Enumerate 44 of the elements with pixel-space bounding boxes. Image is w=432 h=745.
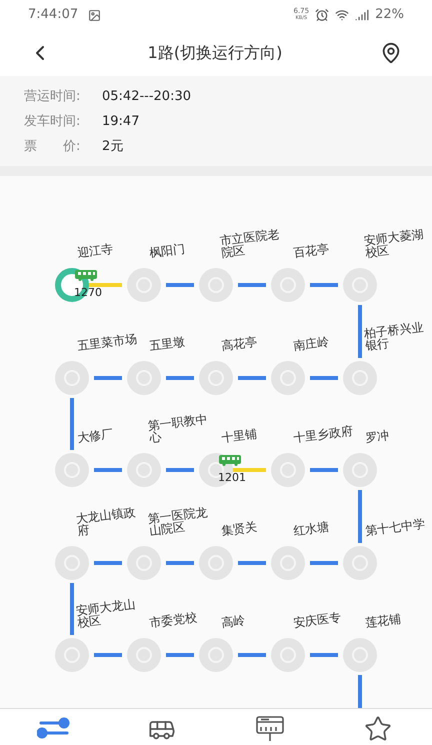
station-label: 红水塘 — [291, 518, 331, 536]
info-label: 发车时间: — [24, 113, 82, 132]
station-label: 市委党校 — [147, 609, 199, 629]
station-label: 枫阳门 — [147, 240, 187, 259]
station-label: 安庆医专 — [291, 609, 343, 629]
station-label: 安师大菱湖校区 — [362, 226, 426, 259]
route-icon — [37, 715, 71, 739]
station-label: 迎江寺 — [75, 240, 115, 259]
bus-number: 1201 — [218, 472, 246, 484]
info-value: 2元 — [102, 138, 124, 156]
stop-sign-icon — [255, 715, 285, 741]
station-label: 五里菜市场 — [75, 330, 139, 352]
station-label: 十里乡政府 — [291, 422, 355, 444]
station-label: 大龙山镇政府 — [74, 503, 138, 536]
info-label: 营运时间: — [24, 88, 82, 106]
station-label: 高花亭 — [219, 333, 259, 352]
station-label: 市立医院老院区 — [218, 226, 282, 259]
station-label: 高岭 — [219, 612, 247, 629]
signal-icon — [355, 8, 370, 22]
image-icon — [88, 8, 102, 22]
header-title: 1路(切换运行方向) — [148, 42, 282, 64]
station-label: 第十七中学 — [363, 515, 427, 536]
station-label: 十里铺 — [219, 426, 259, 444]
battery-level: 22% — [375, 6, 404, 24]
station-label: 柏子桥兴业银行 — [362, 318, 426, 352]
station-label: 大修厂 — [75, 426, 115, 444]
station-label: 五里墩 — [147, 333, 187, 352]
alarm-icon — [315, 8, 330, 22]
bus-icon — [219, 455, 241, 466]
station-label: 莲花铺 — [363, 610, 403, 629]
station-label: 第一医院龙山院区 — [146, 503, 210, 536]
info-value: 19:47 — [102, 113, 140, 132]
status-time: 7:44:07 — [28, 6, 78, 24]
station-label: 第一职教中心 — [146, 410, 210, 444]
star-icon — [364, 715, 392, 743]
station-label: 南庄岭 — [291, 333, 331, 352]
station-label: 罗冲 — [363, 427, 391, 444]
station-label: 百花亭 — [291, 240, 331, 259]
info-value: 05:42---20:30 — [102, 88, 192, 106]
info-label: 票 价: — [24, 138, 82, 156]
station-label: 集贤关 — [219, 518, 259, 536]
station-label: 安师大龙山校区 — [74, 596, 138, 629]
wifi-icon — [335, 8, 350, 22]
bus-icon — [75, 270, 97, 281]
